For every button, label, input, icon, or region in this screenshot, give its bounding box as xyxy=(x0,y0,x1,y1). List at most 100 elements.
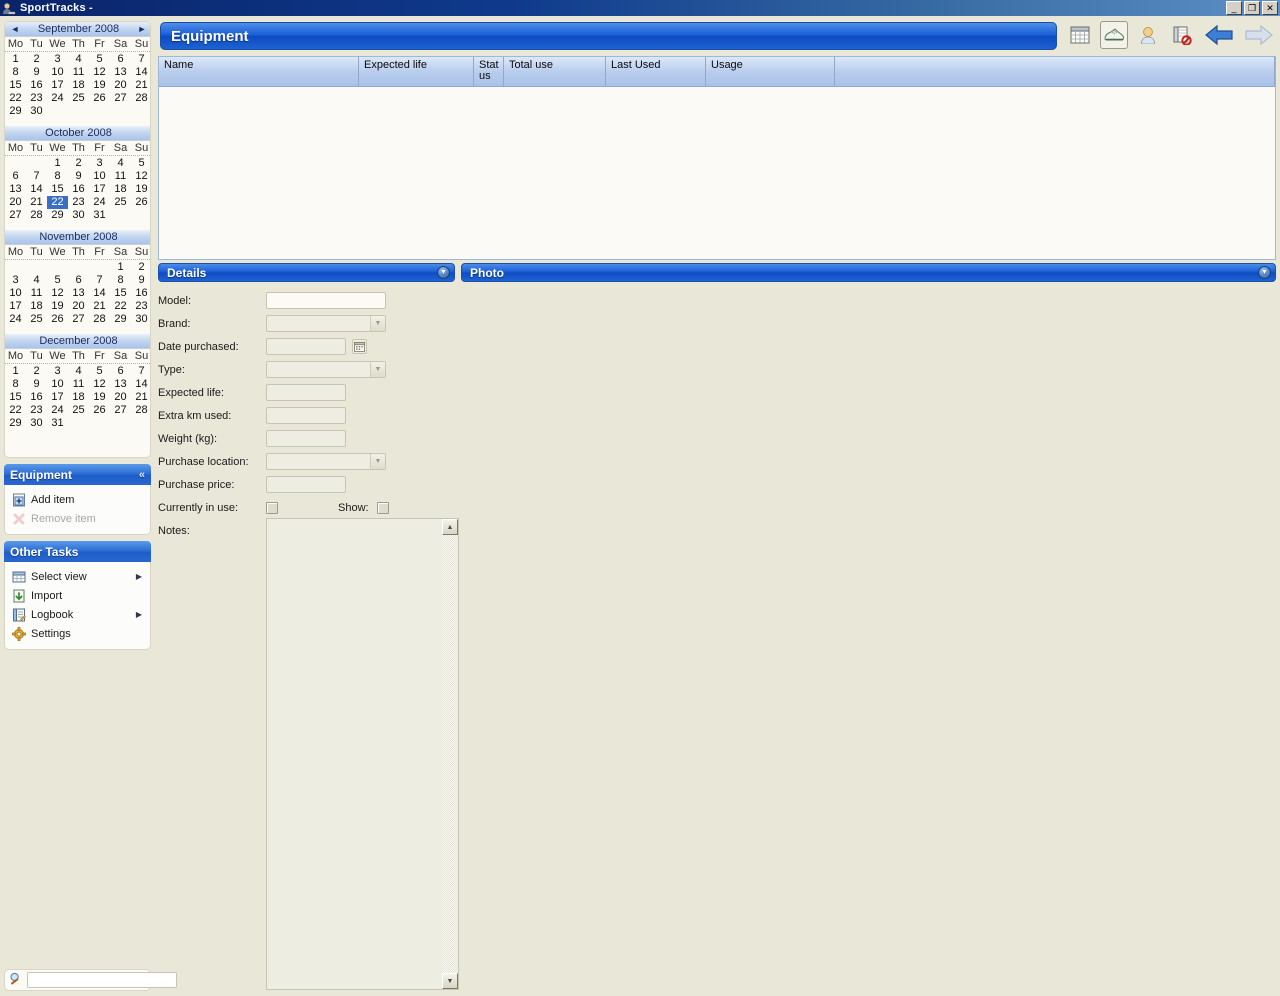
calendar-day[interactable]: 11 xyxy=(26,287,47,300)
task-item-settings[interactable]: Settings xyxy=(9,624,146,643)
calendar-day-grid[interactable]: 1 2 3 4 5 6 7 8 9 10 11 12 13 14 15 16 17 18 19 20 21 22 23 24 2… xyxy=(5,156,150,225)
calendar-day[interactable]: 29 xyxy=(110,313,131,326)
calendar-day[interactable]: 29 xyxy=(5,417,26,430)
brand-combobox[interactable]: ▼ xyxy=(266,315,386,332)
calendar-day[interactable]: 5 xyxy=(47,274,68,287)
calendar-day[interactable]: 30 xyxy=(68,209,89,222)
calendar-day[interactable]: 25 xyxy=(68,404,89,417)
calendar-day[interactable]: 26 xyxy=(89,404,110,417)
notes-textarea[interactable] xyxy=(267,519,442,989)
calendar-day[interactable]: 27 xyxy=(110,404,131,417)
calendar-day[interactable]: 3 xyxy=(47,53,68,66)
list-column-header[interactable]: Usage xyxy=(706,57,835,86)
calendar-day[interactable]: 28 xyxy=(131,404,150,417)
calendar-day[interactable]: 15 xyxy=(47,183,68,196)
calendar-day[interactable]: 2 xyxy=(131,261,150,274)
chevron-down-icon[interactable]: ▼ xyxy=(370,454,385,469)
calendar-day[interactable]: 20 xyxy=(68,300,89,313)
calendar-day[interactable]: 12 xyxy=(89,66,110,79)
calendar-day[interactable]: 27 xyxy=(68,313,89,326)
calendar-day[interactable]: 10 xyxy=(47,66,68,79)
calendar-prev-arrow-icon[interactable]: ◄ xyxy=(9,24,21,34)
calendar-day-grid[interactable]: 1 2 3 4 5 6 7 8 9 10 11 12 13 14 15 16 17 18 19 20 21 22 23 24 2… xyxy=(5,260,150,329)
calendar-day[interactable]: 21 xyxy=(131,79,150,92)
calendar-day[interactable]: 20 xyxy=(110,79,131,92)
details-collapse-chevron-down-icon[interactable]: ▼ xyxy=(437,266,450,279)
list-column-header[interactable]: Expected life xyxy=(359,57,474,86)
calendar-day[interactable]: 13 xyxy=(110,378,131,391)
calendar-day[interactable]: 12 xyxy=(47,287,68,300)
calendar-day[interactable]: 15 xyxy=(5,79,26,92)
list-column-header[interactable]: Name xyxy=(159,57,359,86)
calendar-day[interactable]: 26 xyxy=(47,313,68,326)
calendar-day[interactable]: 15 xyxy=(5,391,26,404)
calendar-day[interactable]: 24 xyxy=(47,92,68,105)
calendar-day[interactable]: 7 xyxy=(89,274,110,287)
calendar-day[interactable]: 31 xyxy=(89,209,110,222)
submenu-arrow-icon[interactable]: ▶ xyxy=(136,610,142,619)
calendar-day[interactable]: 28 xyxy=(26,209,47,222)
weight-kg-input[interactable] xyxy=(266,430,346,447)
purchase-location-combobox[interactable]: ▼ xyxy=(266,453,386,470)
calendar-day[interactable]: 29 xyxy=(5,105,26,118)
calendar-day-selected[interactable]: 22 xyxy=(47,196,68,209)
calendar-day[interactable]: 6 xyxy=(110,53,131,66)
chevron-down-icon[interactable]: ▼ xyxy=(370,362,385,377)
calendar-day[interactable]: 3 xyxy=(47,365,68,378)
calendar-november-2008[interactable]: November 2008 Mo Tu We Th Fr Sa Su 1 2 3 4 5 6 7 8 9 10 11… xyxy=(5,230,150,329)
calendar-day[interactable]: 9 xyxy=(26,378,47,391)
calendar-day[interactable]: 10 xyxy=(47,378,68,391)
shoe-equipment-icon[interactable] xyxy=(1100,21,1128,49)
calendar-day[interactable]: 8 xyxy=(5,378,26,391)
minimize-button[interactable]: _ xyxy=(1226,1,1242,15)
currently-in-use-checkbox[interactable] xyxy=(266,501,278,514)
calendar-day[interactable]: 30 xyxy=(26,105,47,118)
show-checkbox[interactable] xyxy=(376,501,389,514)
calendar-day[interactable]: 10 xyxy=(5,287,26,300)
calendar-day[interactable]: 1 xyxy=(5,53,26,66)
chevron-down-icon[interactable]: ▼ xyxy=(370,316,385,331)
calendar-day[interactable]: 1 xyxy=(5,365,26,378)
calendar-day[interactable]: 21 xyxy=(89,300,110,313)
calendar-day[interactable]: 23 xyxy=(68,196,89,209)
calendar-day[interactable]: 17 xyxy=(47,391,68,404)
submenu-arrow-icon[interactable]: ▶ xyxy=(136,572,142,581)
calendar-day[interactable]: 8 xyxy=(47,170,68,183)
calendar-grid-icon[interactable] xyxy=(1066,21,1094,49)
equipment-list[interactable]: Name Expected life Stat us Total use Last Use… xyxy=(158,56,1276,260)
calendar-december-2008[interactable]: December 2008 Mo Tu We Th Fr Sa Su 1 2 3 4 5 6 7 8 9 10 11… xyxy=(5,334,150,433)
calendar-day[interactable]: 16 xyxy=(68,183,89,196)
photo-collapse-chevron-down-icon[interactable]: ▼ xyxy=(1258,266,1271,279)
task-item-import[interactable]: Import xyxy=(9,586,146,605)
calendar-day[interactable]: 1 xyxy=(110,261,131,274)
list-column-header[interactable]: Stat us xyxy=(474,57,504,86)
calendar-day[interactable]: 8 xyxy=(110,274,131,287)
calendar-day[interactable]: 26 xyxy=(89,92,110,105)
calendar-day[interactable]: 18 xyxy=(26,300,47,313)
calendar-day[interactable]: 12 xyxy=(131,170,150,183)
calendar-day[interactable]: 31 xyxy=(47,417,68,430)
calendar-day[interactable]: 17 xyxy=(89,183,110,196)
calendar-day[interactable]: 2 xyxy=(68,157,89,170)
calendar-day[interactable]: 4 xyxy=(68,53,89,66)
calendar-day[interactable]: 13 xyxy=(5,183,26,196)
calendar-day[interactable]: 27 xyxy=(5,209,26,222)
calendar-day[interactable]: 18 xyxy=(68,79,89,92)
athlete-person-icon[interactable] xyxy=(1134,21,1162,49)
date-picker-calendar-icon[interactable] xyxy=(352,339,367,354)
calendar-day[interactable]: 21 xyxy=(131,391,150,404)
details-section-header[interactable]: Details ▼ xyxy=(158,263,455,282)
list-column-header[interactable]: Last Used xyxy=(606,57,706,86)
calendar-day[interactable]: 6 xyxy=(5,170,26,183)
calendar-day[interactable]: 19 xyxy=(47,300,68,313)
calendar-day[interactable]: 22 xyxy=(110,300,131,313)
calendar-day[interactable]: 8 xyxy=(5,66,26,79)
calendar-day[interactable]: 28 xyxy=(89,313,110,326)
calendar-day[interactable]: 23 xyxy=(26,92,47,105)
calendar-day[interactable]: 11 xyxy=(68,66,89,79)
calendar-day[interactable]: 30 xyxy=(26,417,47,430)
calendar-day[interactable]: 29 xyxy=(47,209,68,222)
calendar-day[interactable]: 6 xyxy=(68,274,89,287)
task-item-add-item[interactable]: Add item xyxy=(9,490,146,509)
calendar-day[interactable]: 14 xyxy=(26,183,47,196)
